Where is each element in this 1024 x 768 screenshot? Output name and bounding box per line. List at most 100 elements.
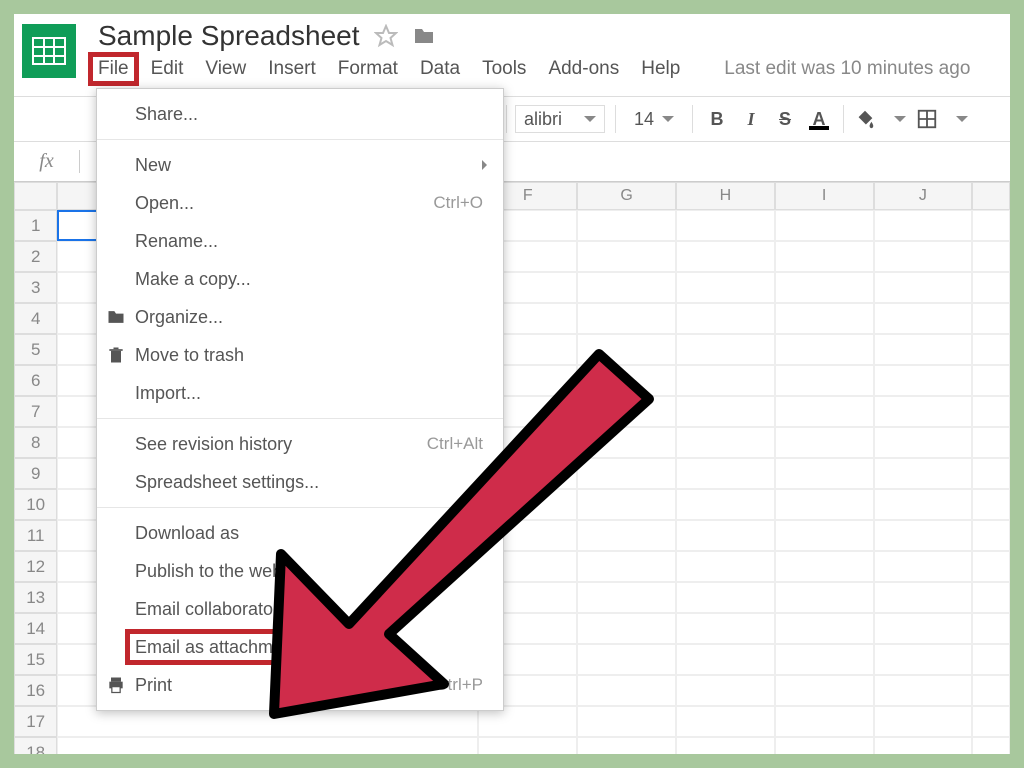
cell[interactable]	[874, 551, 973, 582]
file-menu-item[interactable]: Email as attachment...	[97, 628, 503, 666]
cell[interactable]	[972, 520, 1010, 551]
cell[interactable]	[874, 520, 973, 551]
star-icon[interactable]	[374, 24, 398, 48]
cell[interactable]	[676, 737, 775, 754]
cell[interactable]	[577, 520, 676, 551]
cell[interactable]	[676, 582, 775, 613]
cell[interactable]	[478, 737, 577, 754]
text-color-button[interactable]: A	[805, 109, 833, 130]
row-header[interactable]: 13	[14, 582, 57, 613]
cell[interactable]	[874, 613, 973, 644]
cell[interactable]	[57, 737, 478, 754]
cell[interactable]	[775, 675, 874, 706]
cell[interactable]	[972, 303, 1010, 334]
cell[interactable]	[972, 396, 1010, 427]
row-header[interactable]: 1	[14, 210, 57, 241]
cell[interactable]	[775, 706, 874, 737]
cell[interactable]	[972, 427, 1010, 458]
folder-icon[interactable]	[412, 24, 436, 48]
cell[interactable]	[874, 210, 973, 241]
cell[interactable]	[676, 427, 775, 458]
cell[interactable]	[775, 303, 874, 334]
cell[interactable]	[972, 551, 1010, 582]
cell[interactable]	[577, 427, 676, 458]
cell[interactable]	[577, 272, 676, 303]
cell[interactable]	[775, 613, 874, 644]
row-header[interactable]: 3	[14, 272, 57, 303]
cell[interactable]	[676, 613, 775, 644]
cell[interactable]	[775, 334, 874, 365]
cell[interactable]	[874, 365, 973, 396]
cell[interactable]	[874, 706, 973, 737]
cell[interactable]	[676, 396, 775, 427]
cell[interactable]	[577, 613, 676, 644]
menu-addons[interactable]: Add-ons	[548, 58, 619, 80]
cell[interactable]	[972, 241, 1010, 272]
cell[interactable]	[676, 520, 775, 551]
cell[interactable]	[577, 644, 676, 675]
cell[interactable]	[577, 582, 676, 613]
cell[interactable]	[577, 737, 676, 754]
file-menu-item[interactable]: PrintCtrl+P	[97, 666, 503, 704]
sheets-logo[interactable]	[22, 24, 76, 78]
cell[interactable]	[676, 458, 775, 489]
cell[interactable]	[775, 210, 874, 241]
menu-insert[interactable]: Insert	[268, 58, 316, 80]
cell[interactable]	[577, 706, 676, 737]
cell[interactable]	[577, 396, 676, 427]
file-menu-item[interactable]: New	[97, 146, 503, 184]
cell[interactable]	[775, 644, 874, 675]
file-menu-item[interactable]: Download as	[97, 514, 503, 552]
borders-button[interactable]	[916, 108, 938, 130]
file-menu-item[interactable]: Publish to the web...	[97, 552, 503, 590]
column-header-I[interactable]: I	[775, 182, 874, 210]
cell[interactable]	[676, 489, 775, 520]
cell[interactable]	[577, 241, 676, 272]
strike-button[interactable]: S	[771, 109, 799, 130]
file-menu-item[interactable]: Email collaborators...	[97, 590, 503, 628]
column-header-G[interactable]: G	[577, 182, 676, 210]
cell[interactable]	[874, 644, 973, 675]
file-menu-item[interactable]: Organize...	[97, 298, 503, 336]
file-menu-item[interactable]: Rename...	[97, 222, 503, 260]
file-menu-item[interactable]: Spreadsheet settings...	[97, 463, 503, 501]
cell[interactable]	[972, 737, 1010, 754]
row-header[interactable]: 18	[14, 737, 57, 754]
cell[interactable]	[972, 582, 1010, 613]
cell[interactable]	[676, 675, 775, 706]
cell[interactable]	[874, 334, 973, 365]
cell[interactable]	[874, 241, 973, 272]
cell[interactable]	[972, 675, 1010, 706]
row-header[interactable]: 17	[14, 706, 57, 737]
cell[interactable]	[577, 551, 676, 582]
cell[interactable]	[874, 427, 973, 458]
cell[interactable]	[972, 489, 1010, 520]
cell[interactable]	[972, 365, 1010, 396]
cell[interactable]	[874, 396, 973, 427]
row-header[interactable]: 2	[14, 241, 57, 272]
file-menu-item[interactable]: Make a copy...	[97, 260, 503, 298]
menu-help[interactable]: Help	[641, 58, 680, 80]
doc-title[interactable]: Sample Spreadsheet	[98, 20, 360, 52]
row-header[interactable]: 9	[14, 458, 57, 489]
file-menu-item[interactable]: Import...	[97, 374, 503, 412]
cell[interactable]	[972, 272, 1010, 303]
row-header[interactable]: 16	[14, 675, 57, 706]
cell[interactable]	[676, 272, 775, 303]
column-header-J[interactable]: J	[874, 182, 973, 210]
cell[interactable]	[676, 706, 775, 737]
cell[interactable]	[874, 458, 973, 489]
fill-color-button[interactable]	[854, 108, 876, 130]
cell[interactable]	[577, 365, 676, 396]
cell[interactable]	[577, 675, 676, 706]
cell[interactable]	[972, 210, 1010, 241]
menu-format[interactable]: Format	[338, 58, 398, 80]
cell[interactable]	[676, 210, 775, 241]
file-menu-item[interactable]: See revision historyCtrl+Alt	[97, 425, 503, 463]
cell[interactable]	[577, 334, 676, 365]
row-header[interactable]: 4	[14, 303, 57, 334]
cell[interactable]	[874, 675, 973, 706]
menu-edit[interactable]: Edit	[151, 58, 184, 80]
cell[interactable]	[775, 551, 874, 582]
cell[interactable]	[775, 427, 874, 458]
